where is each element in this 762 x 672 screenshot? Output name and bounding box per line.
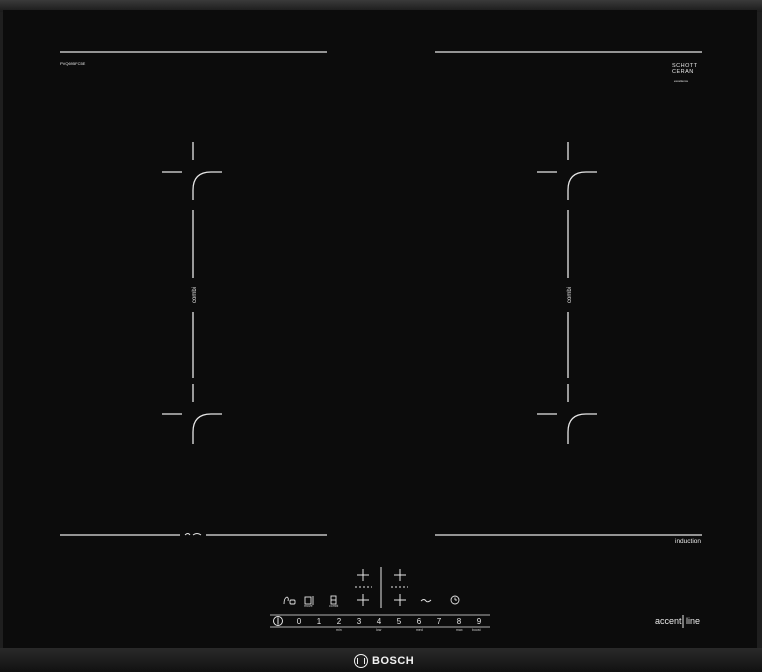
zone-select-icon — [355, 567, 408, 608]
glass-print — [60, 51, 702, 628]
right-zone-label: combi — [567, 286, 574, 304]
level-min-label: min — [336, 628, 342, 632]
timer-icon — [450, 595, 460, 605]
cooktop: PVQ695FC5E SCHOTT CERAN excellence combi… — [0, 0, 762, 672]
series-word-1: accent — [655, 616, 682, 626]
power-level-6[interactable]: 6 — [414, 617, 424, 626]
power-icon — [273, 616, 283, 626]
power-level-0[interactable]: 0 — [294, 617, 304, 626]
combi-mode-icon — [330, 595, 337, 605]
level-med-label: med — [416, 628, 423, 632]
model-code: PVQ695FC5E — [60, 61, 86, 66]
child-lock-icon — [283, 596, 296, 605]
left-zone-label: combi — [192, 286, 199, 304]
brand-name: BOSCH — [372, 655, 415, 667]
series-word-2: line — [686, 616, 701, 626]
level-low-label: low — [376, 628, 382, 632]
power-level-9[interactable]: 9 — [474, 617, 484, 626]
move-label: move — [304, 604, 313, 608]
power-level-8[interactable]: 8 — [454, 617, 464, 626]
schott-logo-sub: excellence — [674, 79, 689, 83]
power-level-1[interactable]: 1 — [314, 617, 324, 626]
induction-label: induction — [675, 538, 702, 545]
power-level-3[interactable]: 3 — [354, 617, 364, 626]
power-level-5[interactable]: 5 — [394, 617, 404, 626]
brand-logo: BOSCH — [354, 652, 414, 670]
pan-symbol — [184, 533, 202, 536]
level-boost-label: boost — [472, 628, 481, 632]
level-max-label: max — [456, 628, 463, 632]
schott-logo-line2: CERAN — [672, 69, 694, 75]
cooking-sensor-icon — [420, 599, 432, 603]
power-level-2[interactable]: 2 — [334, 617, 344, 626]
power-level-4[interactable]: 4 — [374, 617, 384, 626]
combi-label: combi — [329, 604, 339, 608]
power-level-7[interactable]: 7 — [434, 617, 444, 626]
bosch-armature-icon — [354, 654, 368, 668]
